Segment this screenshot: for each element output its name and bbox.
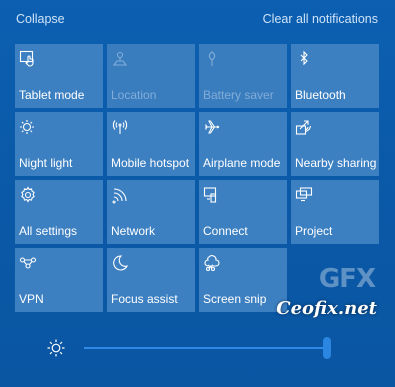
action-center-panel: Collapse Clear all notifications Tablet … xyxy=(0,0,395,387)
tile-tablet-mode[interactable]: Tablet mode xyxy=(15,44,103,108)
tile-project[interactable]: Project xyxy=(291,180,379,244)
action-center-header: Collapse Clear all notifications xyxy=(16,12,378,30)
tile-all-settings[interactable]: All settings xyxy=(15,180,103,244)
moon-icon xyxy=(111,254,129,272)
tile-label: Network xyxy=(111,224,156,238)
clear-all-notifications-link[interactable]: Clear all notifications xyxy=(263,12,378,26)
airplane-icon xyxy=(203,118,221,136)
tile-mobile-hotspot[interactable]: Mobile hotspot xyxy=(107,112,195,176)
tile-label: VPN xyxy=(19,292,44,306)
brightness-slider-track[interactable] xyxy=(84,337,331,359)
tile-label: Focus assist xyxy=(111,292,178,306)
tile-airplane-mode[interactable]: Airplane mode xyxy=(199,112,287,176)
tile-label: Connect xyxy=(203,224,248,238)
tile-label: Project xyxy=(295,224,333,238)
night-light-icon xyxy=(19,118,37,136)
location-icon xyxy=(111,50,129,68)
tile-label: Night light xyxy=(19,156,73,170)
tile-bluetooth[interactable]: Bluetooth xyxy=(291,44,379,108)
tile-label: Tablet mode xyxy=(19,88,85,102)
tile-label: Airplane mode xyxy=(203,156,281,170)
tile-label: Mobile hotspot xyxy=(111,156,190,170)
tile-screen-snip[interactable]: Screen snip xyxy=(199,248,287,312)
tile-label: Screen snip xyxy=(203,292,267,306)
tile-location[interactable]: Location xyxy=(107,44,195,108)
tile-focus-assist[interactable]: Focus assist xyxy=(107,248,195,312)
battery-saver-icon xyxy=(203,50,221,68)
empty-tile-slot xyxy=(291,248,379,312)
brightness-slider-fill xyxy=(84,347,331,349)
tablet-mode-icon xyxy=(19,50,37,68)
tile-night-light[interactable]: Night light xyxy=(15,112,103,176)
tile-connect[interactable]: Connect xyxy=(199,180,287,244)
connect-icon xyxy=(203,186,221,204)
tile-label: Battery saver xyxy=(203,88,274,102)
collapse-link[interactable]: Collapse xyxy=(16,12,65,26)
tile-network[interactable]: Network xyxy=(107,180,195,244)
brightness-slider-thumb[interactable] xyxy=(323,337,331,359)
network-icon xyxy=(111,186,129,204)
mobile-hotspot-icon xyxy=(111,118,129,136)
tile-label: Nearby sharing xyxy=(295,156,377,170)
nearby-sharing-icon xyxy=(295,118,313,136)
brightness-icon xyxy=(46,338,66,358)
tile-vpn[interactable]: VPN xyxy=(15,248,103,312)
tile-label: Location xyxy=(111,88,157,102)
tile-nearby-sharing[interactable]: Nearby sharing xyxy=(291,112,379,176)
tile-label: Bluetooth xyxy=(295,88,346,102)
bluetooth-icon xyxy=(295,50,313,68)
quick-actions-grid: Tablet mode Location Battery saver Bluet… xyxy=(15,44,380,312)
screen-snip-icon xyxy=(203,254,221,272)
brightness-control xyxy=(0,330,395,366)
vpn-icon xyxy=(19,254,37,272)
project-icon xyxy=(295,186,313,204)
tile-label: All settings xyxy=(19,224,78,238)
gear-icon xyxy=(19,186,37,204)
tile-battery-saver[interactable]: Battery saver xyxy=(199,44,287,108)
